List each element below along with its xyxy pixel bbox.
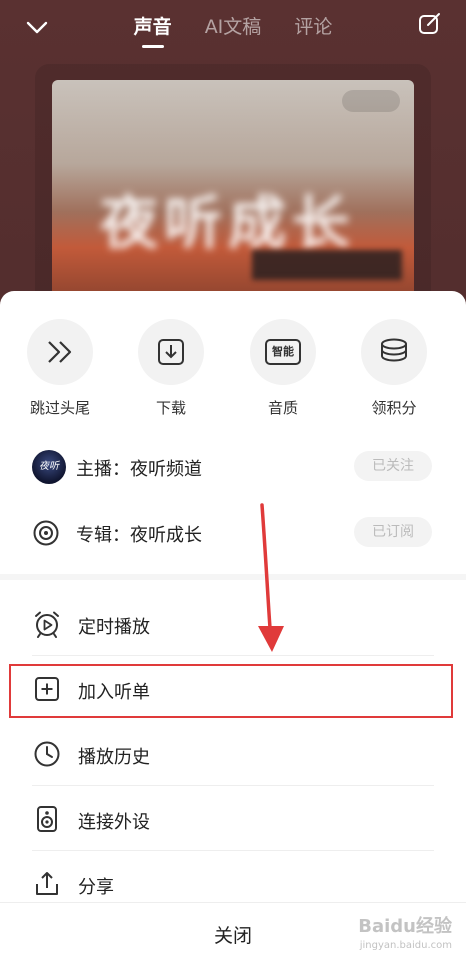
menu-divider bbox=[32, 850, 434, 851]
tab-ai-transcript[interactable]: AI文稿 bbox=[205, 12, 262, 39]
album-name: 专辑：夜听成长 bbox=[76, 525, 202, 546]
tab-comments[interactable]: 评论 bbox=[294, 12, 332, 39]
subscribed-badge[interactable]: 已订阅 bbox=[354, 517, 432, 547]
tab-sound[interactable]: 声音 bbox=[134, 12, 172, 48]
anchor-name: 主播：夜听频道 bbox=[76, 459, 202, 480]
quick-circle bbox=[361, 319, 427, 385]
avatar: 夜听 bbox=[32, 450, 66, 484]
menu-label: 分享 bbox=[78, 877, 114, 898]
skip-intro-outro-button[interactable]: 跳过头尾 bbox=[14, 319, 106, 418]
anchor-row[interactable]: 夜听 主播：夜听频道 已关注 bbox=[0, 435, 466, 499]
clock-icon bbox=[34, 741, 60, 767]
menu-play-history[interactable]: 播放历史 bbox=[0, 722, 466, 786]
menu-connect-device[interactable]: 连接外设 bbox=[0, 787, 466, 851]
album-row[interactable]: 专辑：夜听成长 已订阅 bbox=[0, 501, 466, 565]
edit-icon[interactable] bbox=[418, 12, 442, 36]
player-top-bar: 声音 AI文稿 评论 bbox=[0, 0, 466, 56]
menu-timer-play[interactable]: 定时播放 bbox=[0, 592, 466, 656]
quick-label: 领积分 bbox=[371, 399, 417, 417]
menu-divider bbox=[32, 655, 434, 656]
album-disc-icon bbox=[33, 520, 59, 546]
skip-forward-icon bbox=[48, 341, 72, 363]
hq-badge-icon: 智能 bbox=[265, 339, 301, 365]
download-icon bbox=[158, 339, 184, 365]
menu-label: 播放历史 bbox=[78, 747, 150, 768]
coin-stack-icon bbox=[381, 338, 407, 362]
quick-circle bbox=[138, 319, 204, 385]
album-cover: 夜听成长 bbox=[52, 80, 414, 320]
speaker-icon bbox=[37, 806, 57, 832]
earn-points-button[interactable]: 领积分 bbox=[348, 319, 440, 418]
more-options-sheet: 跳过头尾 下载 智能 音质 领积分 夜听 主播：夜听频道 已关注 专辑：夜听成长… bbox=[0, 291, 466, 962]
quick-actions: 跳过头尾 下载 智能 音质 领积分 bbox=[0, 319, 466, 419]
menu-divider bbox=[32, 785, 434, 786]
highlight-box bbox=[9, 664, 453, 718]
cover-subtitle bbox=[252, 250, 402, 280]
cover-badge bbox=[342, 90, 400, 112]
quick-label: 下载 bbox=[155, 399, 186, 417]
menu-label: 连接外设 bbox=[78, 812, 150, 833]
quick-circle: 智能 bbox=[250, 319, 316, 385]
watermark-url: jingyan.baidu.com bbox=[359, 940, 452, 951]
followed-badge[interactable]: 已关注 bbox=[354, 451, 432, 481]
quick-label: 跳过头尾 bbox=[29, 399, 90, 417]
player-tabs: 声音 AI文稿 评论 bbox=[0, 12, 466, 48]
quick-circle bbox=[27, 319, 93, 385]
quick-label: 音质 bbox=[267, 399, 298, 417]
audio-quality-button[interactable]: 智能 音质 bbox=[237, 319, 329, 418]
share-icon bbox=[36, 872, 58, 895]
watermark-text: Baidu经验 bbox=[358, 916, 452, 937]
section-divider bbox=[0, 574, 466, 580]
cover-title: 夜听成长 bbox=[100, 189, 357, 257]
menu-label: 定时播放 bbox=[78, 617, 150, 638]
alarm-clock-icon bbox=[35, 611, 59, 638]
download-button[interactable]: 下载 bbox=[125, 319, 217, 418]
